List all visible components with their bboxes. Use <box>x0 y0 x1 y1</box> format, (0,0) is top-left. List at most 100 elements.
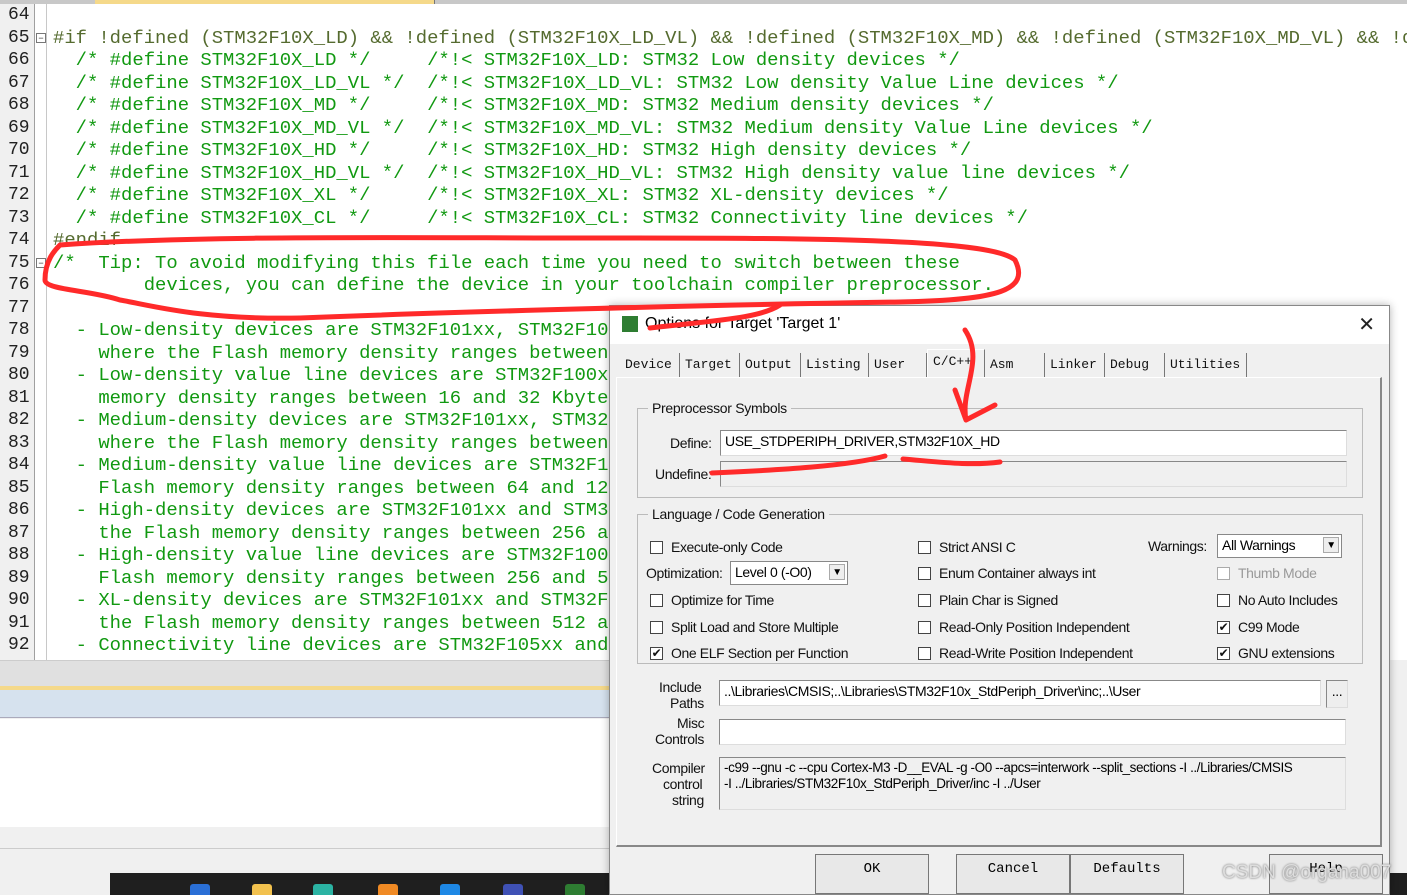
compiler-control-string[interactable]: -c99 --gnu -c --cpu Cortex-M3 -D__EVAL -… <box>719 757 1346 810</box>
firefox-icon[interactable] <box>378 884 398 895</box>
optimization-select[interactable]: Level 0 (-O0) ▼ <box>730 561 848 585</box>
code-line[interactable]: /* #define STM32F10X_LD */ /*!< STM32F10… <box>53 49 960 72</box>
line-number: 79 <box>8 342 30 363</box>
include-paths-input[interactable]: ..\Libraries\CMSIS;..\Libraries\STM32F10… <box>719 680 1321 706</box>
code-line[interactable]: the Flash memory density ranges between … <box>53 522 631 545</box>
code-line[interactable]: Flash memory density ranges between 256 … <box>53 567 631 590</box>
one-elf-checkbox[interactable]: ✔ One ELF Section per Function <box>650 645 849 661</box>
execute-only-checkbox[interactable]: Execute-only Code <box>650 539 783 555</box>
line-number: 73 <box>8 207 30 228</box>
code-line[interactable]: memory density ranges between 16 and 32 … <box>53 387 631 410</box>
code-line[interactable]: /* #define STM32F10X_MD_VL */ /*!< STM32… <box>53 117 1153 140</box>
tab-linker[interactable]: Linker <box>1045 353 1105 377</box>
status-bar <box>0 848 610 873</box>
warnings-select[interactable]: All Warnings ▼ <box>1217 534 1342 558</box>
checkbox-box <box>918 593 931 607</box>
defaults-button[interactable]: Defaults <box>1070 854 1184 894</box>
code-line[interactable]: #endif <box>53 229 121 252</box>
thumb-checkbox[interactable]: Thumb Mode <box>1217 565 1317 581</box>
checkbox-label: Strict ANSI C <box>939 539 1016 555</box>
misc-controls-input[interactable] <box>719 719 1346 745</box>
dialog-title: Options for Target 'Target 1' <box>645 315 841 332</box>
code-line[interactable]: - Low-density devices are STM32F101xx, S… <box>53 319 643 342</box>
code-line[interactable]: - XL-density devices are STM32F101xx and… <box>53 589 631 612</box>
ro-pi-checkbox[interactable]: Read-Only Position Independent <box>918 619 1130 635</box>
checkmark-icon: ✔ <box>1217 645 1230 660</box>
c99-checkbox[interactable]: ✔ C99 Mode <box>1217 619 1300 635</box>
code-line[interactable]: - Connectivity line devices are STM32F10… <box>53 634 631 657</box>
checkbox-box <box>918 620 931 634</box>
app-icon[interactable] <box>503 884 523 895</box>
code-line[interactable]: /* #define STM32F10X_CL */ /*!< STM32F10… <box>53 207 1028 230</box>
optimize-time-checkbox[interactable]: Optimize for Time <box>650 592 774 608</box>
include-label: Paths <box>670 695 704 711</box>
undefine-input[interactable] <box>720 461 1347 487</box>
code-line[interactable]: /* #define STM32F10X_HD_VL */ /*!< STM32… <box>53 162 1130 185</box>
checkbox-label: One ELF Section per Function <box>671 645 849 661</box>
misc-label: Misc <box>677 715 705 731</box>
code-line[interactable]: #if !defined (STM32F10X_LD) && !defined … <box>53 27 1407 50</box>
app-icon[interactable] <box>440 884 460 895</box>
code-line[interactable]: the Flash memory density ranges between … <box>53 612 631 635</box>
tab-cc[interactable]: C/C++ <box>927 349 985 377</box>
line-number: 69 <box>8 117 30 138</box>
edge-icon[interactable] <box>313 884 333 895</box>
checkbox-label: Thumb Mode <box>1238 565 1317 581</box>
fold-toggle-icon[interactable]: − <box>36 32 46 43</box>
tab-listing[interactable]: Listing <box>801 353 869 377</box>
chevron-down-icon: ▼ <box>1323 537 1339 553</box>
code-line[interactable]: - Medium-density value line devices are … <box>53 454 631 477</box>
tab-output[interactable]: Output <box>740 353 801 377</box>
code-line[interactable]: devices, you can define the device in yo… <box>53 274 994 297</box>
compiler-line: -c99 --gnu -c --cpu Cortex-M3 -D__EVAL -… <box>724 760 1293 775</box>
code-line[interactable]: - Medium-density devices are STM32F101xx… <box>53 409 631 432</box>
build-output-header <box>0 690 610 718</box>
code-line[interactable]: where the Flash memory density ranges be… <box>53 342 631 365</box>
browser-icon[interactable] <box>190 884 210 895</box>
code-line[interactable]: - High-density value line devices are ST… <box>53 544 631 567</box>
line-number: 84 <box>8 455 30 475</box>
plain-char-checkbox[interactable]: Plain Char is Signed <box>918 592 1058 608</box>
options-dialog: Options for Target 'Target 1' ✕ Device Ta… <box>609 305 1390 895</box>
line-number: 91 <box>8 612 30 633</box>
strict-ansi-checkbox[interactable]: Strict ANSI C <box>918 539 1016 555</box>
tab-utilities[interactable]: Utilities <box>1165 353 1247 377</box>
close-button[interactable]: ✕ <box>1358 312 1375 337</box>
no-auto-checkbox[interactable]: No Auto Includes <box>1217 592 1338 608</box>
warnings-label: Warnings: <box>1148 538 1207 554</box>
code-line[interactable]: /* #define STM32F10X_MD */ /*!< STM32F10… <box>53 94 994 117</box>
checkmark-icon: ✔ <box>650 645 663 660</box>
cancel-button[interactable]: Cancel <box>956 854 1070 894</box>
code-line[interactable]: /* Tip: To avoid modifying this file eac… <box>53 252 960 275</box>
tab-asm[interactable]: Asm <box>985 353 1045 377</box>
checkbox-box <box>918 646 931 660</box>
code-line[interactable]: - High-density devices are STM32F101xx a… <box>53 499 631 522</box>
optimization-label: Optimization: <box>646 565 723 581</box>
checkbox-label: C99 Mode <box>1238 619 1300 635</box>
define-input[interactable]: USE_STDPERIPH_DRIVER,STM32F10X_HD <box>720 430 1347 456</box>
enum-int-checkbox[interactable]: Enum Container always int <box>918 565 1096 581</box>
browse-button[interactable]: ... <box>1326 680 1348 708</box>
code-line[interactable]: Flash memory density ranges between 64 a… <box>53 477 619 500</box>
tab-user[interactable]: User <box>869 353 927 377</box>
checkbox-box <box>650 620 663 634</box>
tab-debug[interactable]: Debug <box>1105 353 1165 377</box>
folder-icon[interactable] <box>252 884 272 895</box>
code-line[interactable]: /* #define STM32F10X_XL */ /*!< STM32F10… <box>53 184 949 207</box>
rw-pi-checkbox[interactable]: Read-Write Position Independent <box>918 645 1133 661</box>
split-load-checkbox[interactable]: Split Load and Store Multiple <box>650 619 839 635</box>
code-line[interactable]: /* #define STM32F10X_HD */ /*!< STM32F10… <box>53 139 972 162</box>
keil-icon[interactable] <box>565 884 585 895</box>
compiler-line: -I ../Libraries/STM32F10x_StdPeriph_Driv… <box>724 776 1041 791</box>
gnu-checkbox[interactable]: ✔ GNU extensions <box>1217 645 1335 661</box>
tab-target[interactable]: Target <box>680 353 740 377</box>
horizontal-scrollbar[interactable] <box>0 660 610 686</box>
checkbox-box <box>918 540 931 554</box>
code-line[interactable]: - Low-density value line devices are STM… <box>53 364 620 387</box>
code-line[interactable]: where the Flash memory density ranges be… <box>53 432 631 455</box>
ok-button[interactable]: OK <box>815 854 929 894</box>
checkmark-icon: ✔ <box>1217 619 1230 634</box>
code-line[interactable]: /* #define STM32F10X_LD_VL */ /*!< STM32… <box>53 72 1119 95</box>
tab-device[interactable]: Device <box>620 353 680 377</box>
fold-toggle-icon[interactable]: − <box>36 257 46 268</box>
